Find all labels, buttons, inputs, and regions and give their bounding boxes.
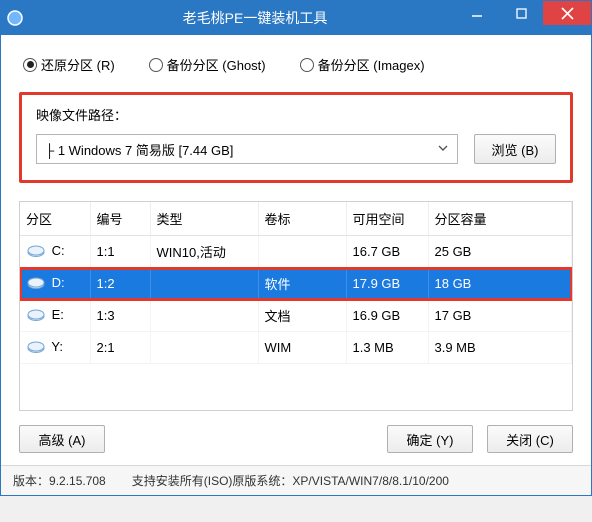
radio-backup-imagex[interactable]: 备份分区 (Imagex)	[300, 55, 425, 74]
cell-drive: C:	[20, 236, 90, 268]
close-button[interactable]	[543, 1, 591, 25]
drive-icon	[26, 340, 46, 356]
cell-type	[150, 268, 258, 300]
radio-icon	[149, 58, 163, 72]
maximize-icon	[516, 8, 527, 19]
image-path-group: 映像文件路径： ├ 1 Windows 7 简易版 [7.44 GB] 浏览 (…	[19, 92, 573, 183]
radio-label: 还原分区 (R)	[41, 55, 115, 74]
cell-capacity: 18 GB	[428, 268, 572, 300]
cell-capacity: 3.9 MB	[428, 332, 572, 364]
image-path-combo[interactable]: ├ 1 Windows 7 简易版 [7.44 GB]	[36, 134, 458, 164]
radio-icon	[23, 58, 37, 72]
minimize-button[interactable]	[455, 1, 499, 25]
radio-icon	[300, 58, 314, 72]
cell-index: 1:2	[90, 268, 150, 300]
cell-type	[150, 300, 258, 332]
version-text: 版本：9.2.15.708	[13, 472, 106, 489]
cell-drive: Y:	[20, 332, 90, 364]
cell-index: 1:1	[90, 236, 150, 268]
table-row[interactable]: D:1:2 软件17.9 GB18 GB	[20, 268, 572, 300]
statusbar: 版本：9.2.15.708 支持安装所有(ISO)原版系统：XP/VISTA/W…	[1, 465, 591, 495]
app-window: 老毛桃PE一键装机工具 还原分区 (R) 备份分区 (Ghost)	[0, 0, 592, 496]
minimize-icon	[471, 7, 483, 19]
cell-type: WIN10,活动	[150, 236, 258, 268]
bottom-button-row: 高级 (A) 确定 (Y) 关闭 (C)	[19, 425, 573, 453]
image-path-label: 映像文件路径：	[36, 105, 556, 124]
cell-volume: 文档	[258, 300, 346, 332]
advanced-button[interactable]: 高级 (A)	[19, 425, 105, 453]
ok-button[interactable]: 确定 (Y)	[387, 425, 473, 453]
cell-free: 1.3 MB	[346, 332, 428, 364]
title-buttons	[455, 1, 591, 25]
mode-radio-row: 还原分区 (R) 备份分区 (Ghost) 备份分区 (Imagex)	[23, 55, 573, 74]
cell-capacity: 25 GB	[428, 236, 572, 268]
maximize-button[interactable]	[499, 1, 543, 25]
cell-free: 16.9 GB	[346, 300, 428, 332]
browse-button[interactable]: 浏览 (B)	[474, 134, 556, 164]
chevron-down-icon	[437, 142, 449, 157]
image-path-value: ├ 1 Windows 7 简易版 [7.44 GB]	[45, 140, 233, 159]
drive-icon	[26, 244, 46, 260]
col-type[interactable]: 类型	[150, 202, 258, 236]
cell-index: 2:1	[90, 332, 150, 364]
close-icon	[561, 7, 574, 20]
cell-volume	[258, 236, 346, 268]
table-row[interactable]: Y:2:1 WIM1.3 MB3.9 MB	[20, 332, 572, 364]
col-volume[interactable]: 卷标	[258, 202, 346, 236]
titlebar: 老毛桃PE一键装机工具	[1, 1, 591, 35]
col-free[interactable]: 可用空间	[346, 202, 428, 236]
support-text: 支持安装所有(ISO)原版系统：XP/VISTA/WIN7/8/8.1/10/2…	[132, 472, 449, 489]
cell-drive: E:	[20, 300, 90, 332]
cell-capacity: 17 GB	[428, 300, 572, 332]
cell-volume: 软件	[258, 268, 346, 300]
partition-table-wrap: 分区 编号 类型 卷标 可用空间 分区容量 C:1:1WIN10,活动 16.7 …	[19, 201, 573, 411]
drive-icon	[26, 276, 46, 292]
window-body: 还原分区 (R) 备份分区 (Ghost) 备份分区 (Imagex) 映像文件…	[1, 35, 591, 465]
table-row[interactable]: E:1:3 文档16.9 GB17 GB	[20, 300, 572, 332]
col-index[interactable]: 编号	[90, 202, 150, 236]
app-icon	[1, 9, 29, 27]
radio-label: 备份分区 (Ghost)	[167, 55, 266, 74]
radio-backup-ghost[interactable]: 备份分区 (Ghost)	[149, 55, 266, 74]
col-drive[interactable]: 分区	[20, 202, 90, 236]
table-row[interactable]: C:1:1WIN10,活动 16.7 GB25 GB	[20, 236, 572, 268]
drive-icon	[26, 308, 46, 324]
cancel-button[interactable]: 关闭 (C)	[487, 425, 573, 453]
cell-volume: WIM	[258, 332, 346, 364]
cell-drive: D:	[20, 268, 90, 300]
cell-index: 1:3	[90, 300, 150, 332]
col-capacity[interactable]: 分区容量	[428, 202, 572, 236]
partition-table: 分区 编号 类型 卷标 可用空间 分区容量 C:1:1WIN10,活动 16.7 …	[20, 202, 572, 364]
radio-restore[interactable]: 还原分区 (R)	[23, 55, 115, 74]
cell-free: 17.9 GB	[346, 268, 428, 300]
cell-type	[150, 332, 258, 364]
radio-label: 备份分区 (Imagex)	[318, 55, 425, 74]
cell-free: 16.7 GB	[346, 236, 428, 268]
table-header-row: 分区 编号 类型 卷标 可用空间 分区容量	[20, 202, 572, 236]
